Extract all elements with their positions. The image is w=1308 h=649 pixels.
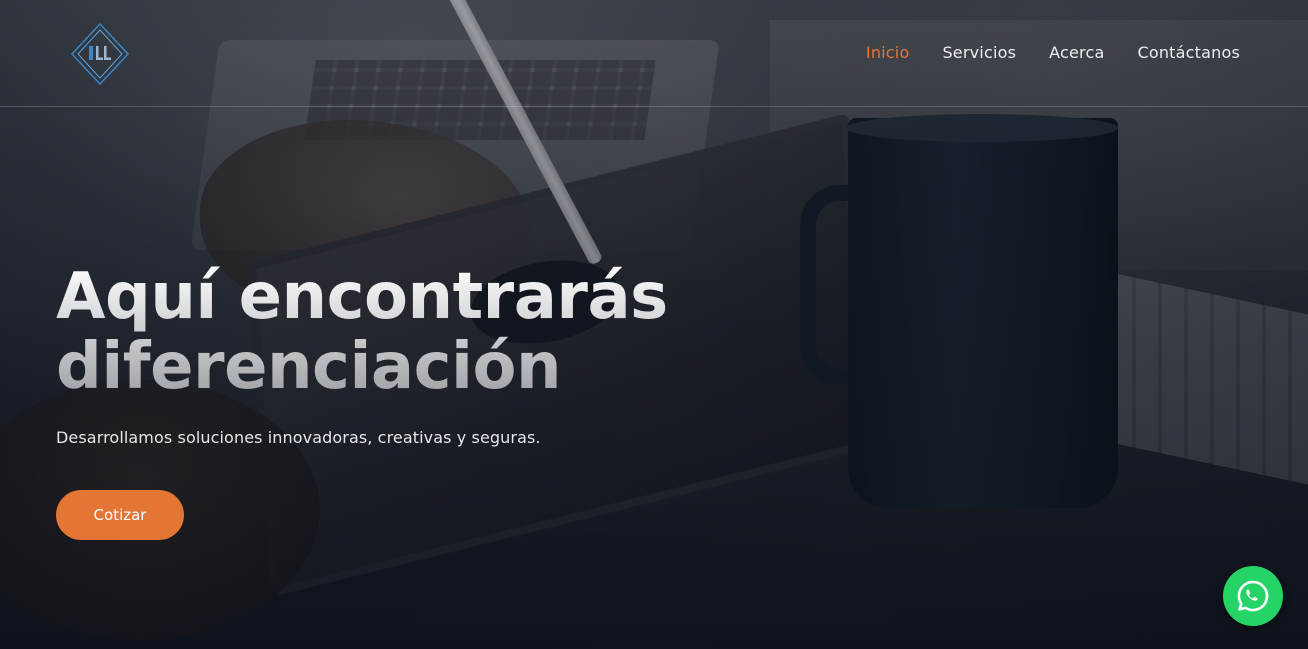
- whatsapp-icon: [1237, 580, 1269, 612]
- hero-subtitle: Desarrollamos soluciones innovadoras, cr…: [56, 428, 541, 447]
- logo-diamond-icon: [70, 22, 130, 86]
- site-header: Inicio Servicios Acerca Contáctanos: [0, 0, 1308, 107]
- nav-item-contactanos[interactable]: Contáctanos: [1137, 43, 1240, 62]
- whatsapp-button[interactable]: [1223, 566, 1283, 626]
- hero-title-line-2: diferenciación: [56, 330, 561, 404]
- main-nav: Inicio Servicios Acerca Contáctanos: [866, 43, 1240, 62]
- cotizar-button[interactable]: Cotizar: [56, 490, 184, 540]
- hero-title-line-1: Aquí encontrarás: [56, 260, 668, 334]
- nav-item-acerca[interactable]: Acerca: [1049, 43, 1104, 62]
- nav-item-inicio[interactable]: Inicio: [866, 43, 910, 62]
- hero-title: Aquí encontrarás diferenciación: [56, 262, 668, 402]
- site-logo[interactable]: [70, 22, 130, 86]
- nav-item-servicios[interactable]: Servicios: [942, 43, 1016, 62]
